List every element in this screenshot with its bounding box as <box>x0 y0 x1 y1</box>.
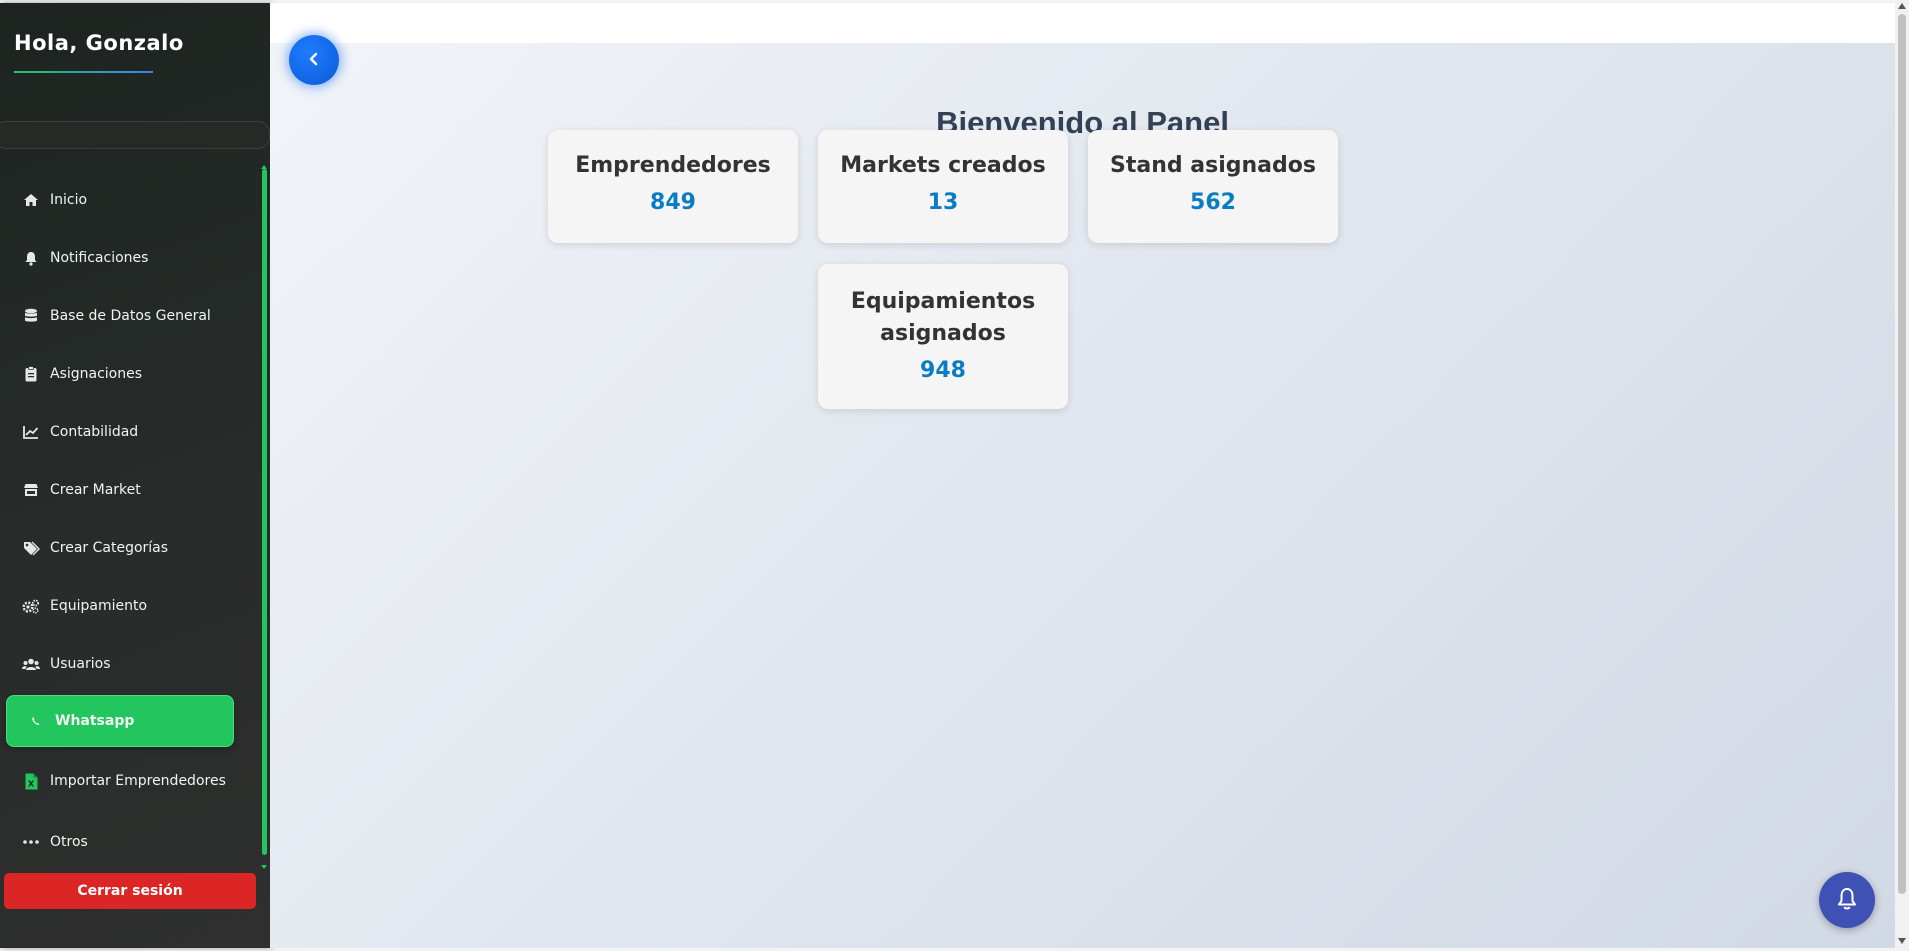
sidebar-item-label: Contabilidad <box>50 424 139 440</box>
scroll-up-arrow[interactable] <box>1898 3 1906 9</box>
sidebar-item-base-de-datos[interactable]: Base de Datos General <box>0 287 260 345</box>
scroll-down-arrow[interactable] <box>1898 938 1906 944</box>
tags-icon <box>22 539 40 557</box>
stat-card-equipamientos: Equipamientos asignados 948 <box>818 264 1068 409</box>
stat-card-label: Equipamientos asignados <box>850 289 1036 346</box>
sidebar-scroll-down-arrow[interactable] <box>261 865 267 869</box>
chart-line-icon <box>22 423 40 441</box>
sidebar-nav: Inicio Notificaciones Base de Datos Gene… <box>0 171 260 871</box>
phone-icon <box>27 712 45 730</box>
home-icon <box>22 191 40 209</box>
stat-card-stand: Stand asignados 562 <box>1088 130 1338 243</box>
stat-card-label: Emprendedores <box>575 153 771 178</box>
sidebar-search-bar[interactable] <box>0 121 270 149</box>
sidebar-item-label: Asignaciones <box>50 366 143 382</box>
back-button[interactable] <box>289 35 339 85</box>
store-icon <box>22 481 40 499</box>
sidebar-item-label: Notificaciones <box>50 250 149 266</box>
sidebar-item-label: Crear Market <box>50 482 141 498</box>
sidebar-item-label: Whatsapp <box>55 713 135 729</box>
sidebar-item-label: Equipamiento <box>50 598 148 614</box>
main-panel: Bienvenido al Panel Emprendedores 849 Ma… <box>270 43 1895 948</box>
bell-icon <box>22 249 40 267</box>
notification-fab-button[interactable] <box>1819 872 1875 928</box>
sidebar-item-crear-categorias[interactable]: Crear Categorías <box>0 519 260 577</box>
stat-card-label: Markets creados <box>840 153 1046 178</box>
sidebar-item-whatsapp[interactable]: Whatsapp <box>6 695 234 747</box>
stat-card-value: 562 <box>1190 190 1236 215</box>
sidebar-item-otros[interactable]: Otros <box>0 813 260 871</box>
logout-button[interactable]: Cerrar sesión <box>4 873 256 909</box>
cogs-icon <box>22 597 40 615</box>
sidebar-item-asignaciones[interactable]: Asignaciones <box>0 345 260 403</box>
greeting-underline <box>14 71 153 73</box>
sidebar: Hola, Gonzalo Inicio Notificaciones Base… <box>0 3 270 948</box>
stat-card-value: 948 <box>920 358 966 383</box>
bell-icon <box>1836 887 1858 914</box>
sidebar-item-crear-market[interactable]: Crear Market <box>0 461 260 519</box>
sidebar-item-label: Crear Categorías <box>50 540 169 556</box>
file-excel-icon: X <box>22 772 40 790</box>
sidebar-item-importar-emprendedores[interactable]: X Importar Emprendedores <box>0 749 260 813</box>
greeting: Hola, Gonzalo <box>14 31 184 55</box>
sidebar-item-contabilidad[interactable]: Contabilidad <box>0 403 260 461</box>
stat-card-value: 849 <box>650 190 696 215</box>
sidebar-item-label: Usuarios <box>50 656 111 672</box>
svg-text:X: X <box>28 779 35 788</box>
sidebar-item-label: Inicio <box>50 192 88 208</box>
database-icon <box>22 307 40 325</box>
top-bar <box>270 3 1895 43</box>
page-title: Bienvenido al Panel <box>936 105 1229 140</box>
users-icon <box>22 655 40 673</box>
scroll-thumb[interactable] <box>1898 14 1906 894</box>
page-scrollbar[interactable] <box>1895 0 1909 951</box>
chevron-left-icon <box>308 52 320 69</box>
sidebar-item-equipamiento[interactable]: Equipamiento <box>0 577 260 635</box>
sidebar-item-inicio[interactable]: Inicio <box>0 171 260 229</box>
stat-card-label: Stand asignados <box>1110 153 1316 178</box>
ellipsis-icon <box>22 833 40 851</box>
clipboard-icon <box>22 365 40 383</box>
stat-card-value: 13 <box>927 190 959 215</box>
sidebar-item-label: Base de Datos General <box>50 308 211 324</box>
stat-card-emprendedores: Emprendedores 849 <box>548 130 798 243</box>
sidebar-item-label: Otros <box>50 834 88 850</box>
sidebar-item-label: Importar Emprendedores <box>50 773 226 789</box>
sidebar-scrollbar[interactable] <box>262 169 267 855</box>
sidebar-item-notificaciones[interactable]: Notificaciones <box>0 229 260 287</box>
stat-card-markets: Markets creados 13 <box>818 130 1068 243</box>
sidebar-item-usuarios[interactable]: Usuarios <box>0 635 260 693</box>
